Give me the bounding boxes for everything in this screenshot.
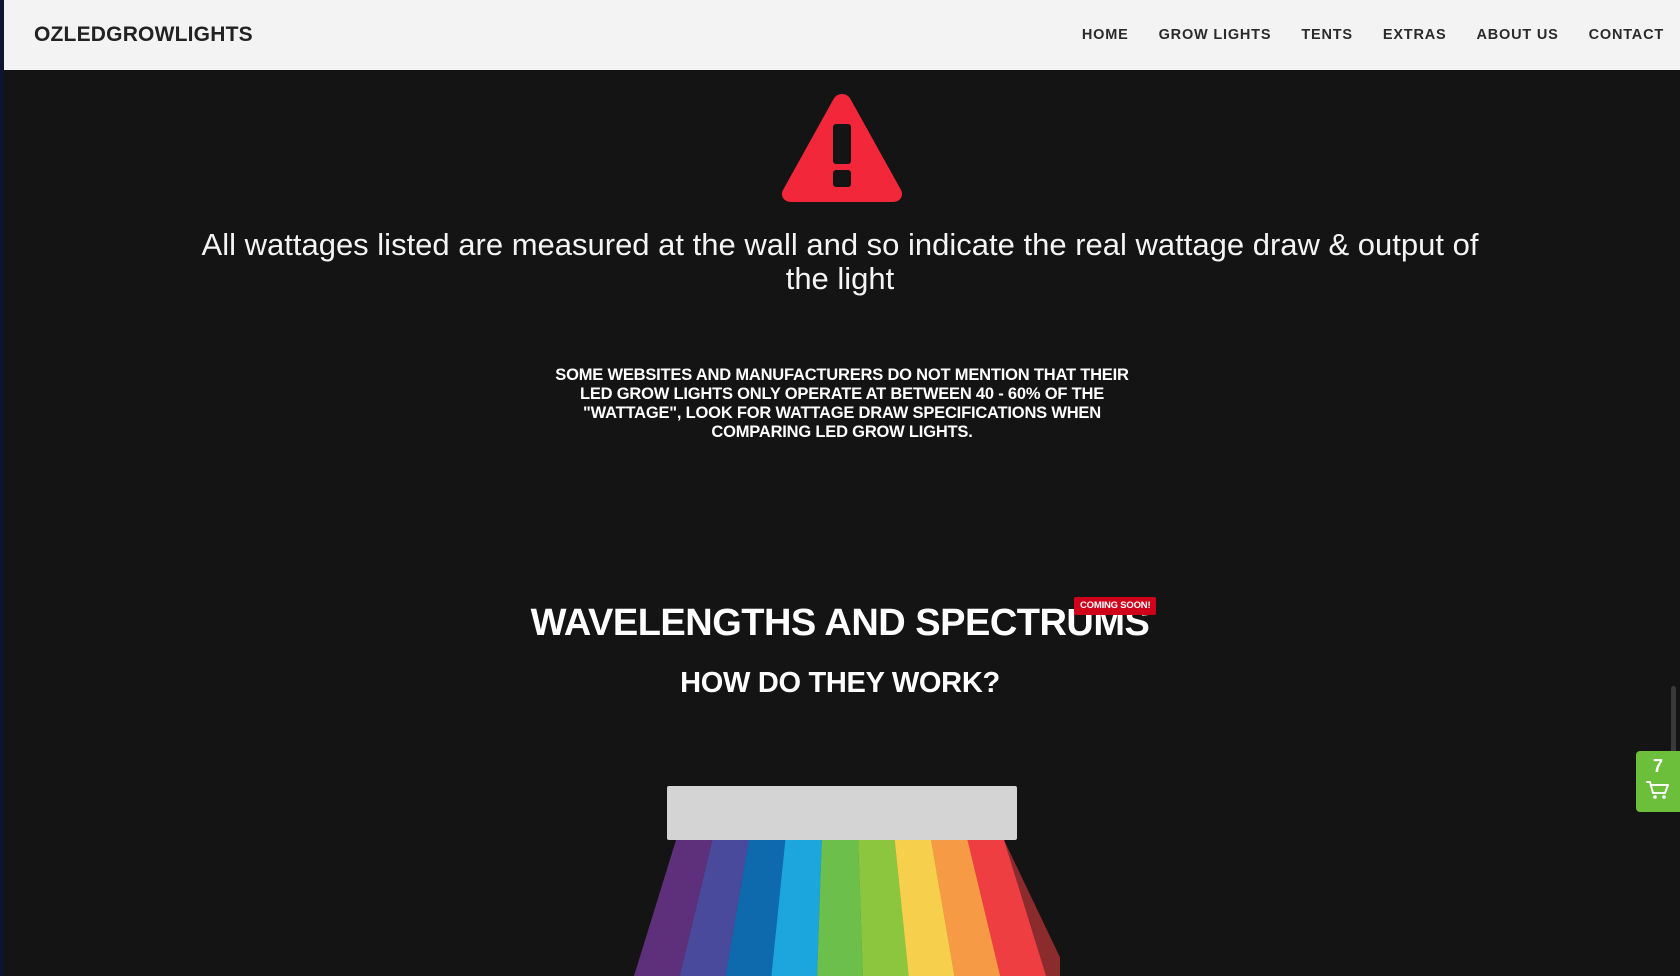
spectrum-section-subtitle: HOW DO THEY WORK? xyxy=(680,667,1000,699)
light-spectrum-graphic xyxy=(634,840,1060,976)
floating-cart-button[interactable]: 7 xyxy=(1636,751,1680,812)
spectrum-section-title: WAVELENGTHS AND SPECTRUMS xyxy=(530,602,1150,644)
nav-home[interactable]: HOME xyxy=(1082,27,1129,43)
nav-tents[interactable]: TENTS xyxy=(1301,27,1353,43)
nav-extras[interactable]: EXTRAS xyxy=(1383,27,1447,43)
main-nav: HOME GROW LIGHTS TENTS EXTRAS ABOUT US C… xyxy=(1052,27,1664,43)
grow-light-fixture xyxy=(667,786,1017,840)
warning-triangle-icon xyxy=(781,94,903,202)
nav-contact[interactable]: CONTACT xyxy=(1589,27,1664,43)
coming-soon-badge: COMING SOON! xyxy=(1074,597,1157,615)
wattage-disclaimer: SOME WEBSITES AND MANUFACTURERS DO NOT M… xyxy=(555,366,1129,441)
wattage-notice: All wattages listed are measured at the … xyxy=(201,227,1479,296)
nav-grow-lights[interactable]: GROW LIGHTS xyxy=(1159,27,1272,43)
left-edge-strip xyxy=(0,0,4,976)
top-navbar: OZLEDGROWLIGHTS HOME GROW LIGHTS TENTS E… xyxy=(4,0,1680,70)
brand-logo[interactable]: OZLEDGROWLIGHTS xyxy=(34,23,253,47)
page: OZLEDGROWLIGHTS HOME GROW LIGHTS TENTS E… xyxy=(0,0,1680,976)
nav-about-us[interactable]: ABOUT US xyxy=(1476,27,1558,43)
shopping-cart-icon xyxy=(1646,781,1669,799)
cart-item-count: 7 xyxy=(1652,756,1663,776)
